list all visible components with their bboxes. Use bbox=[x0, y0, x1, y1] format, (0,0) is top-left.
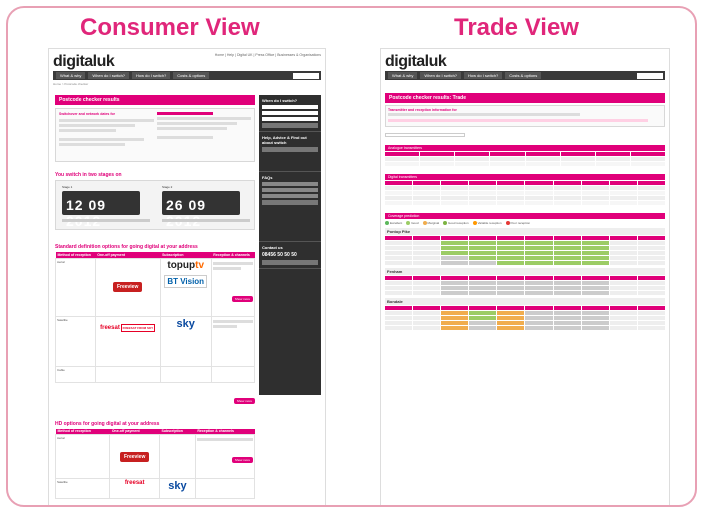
more-options-button[interactable]: Show more bbox=[233, 397, 255, 404]
consumer-main: Postcode checker results Switchover and … bbox=[54, 95, 256, 499]
freeview-hd-logo[interactable]: Freeview bbox=[119, 451, 150, 462]
slide-frame: Consumer View Trade View digitaluk Home … bbox=[6, 6, 697, 507]
freesat-from-sky-logo[interactable]: FREESAT FROM SKY bbox=[120, 323, 156, 332]
address-info-box: Switchover and network dates for bbox=[55, 108, 255, 162]
trade-main: Postcode checker results: Trade Transmit… bbox=[385, 93, 665, 331]
section-bondale: Bondale bbox=[385, 298, 665, 306]
transmitter-select[interactable] bbox=[385, 133, 465, 137]
postcode-input[interactable] bbox=[262, 105, 318, 109]
stage2-date: 26 09 2012 bbox=[162, 191, 240, 229]
table-row: Aerial Freeview Show more bbox=[54, 434, 256, 479]
page-title: Postcode checker results bbox=[55, 95, 255, 105]
topup-tv-logo[interactable]: topuptv bbox=[167, 260, 204, 271]
hd-options-table: Method of reception One-off payment Subs… bbox=[54, 428, 256, 499]
stage1-date: 12 09 2012 bbox=[62, 191, 140, 229]
find-help-button[interactable] bbox=[262, 123, 318, 128]
table-row: Satellite freesat FREESAT FROM SKY sky bbox=[55, 315, 256, 367]
nav-costs-options[interactable]: Costs & options bbox=[173, 72, 210, 79]
sd-options-title: Standard definition options for going di… bbox=[55, 244, 198, 250]
nav-what-why[interactable]: What & why bbox=[56, 72, 86, 79]
search-input[interactable] bbox=[293, 72, 319, 79]
freeview-logo[interactable]: Freeview bbox=[112, 282, 143, 292]
freesat-logo[interactable]: freesat bbox=[100, 325, 120, 331]
top-links[interactable]: Home | Help | Digital UK | Press Office … bbox=[215, 53, 321, 57]
table-row: Aerial Freeview topuptv BT Vision Show m… bbox=[55, 257, 256, 317]
bt-vision-logo[interactable]: BT Vision bbox=[164, 274, 208, 288]
main-nav: What & why When do I switch? How do I sw… bbox=[53, 71, 321, 80]
page-title: Postcode checker results: Trade bbox=[385, 93, 665, 103]
nav-when-switch[interactable]: When do I switch? bbox=[88, 72, 130, 79]
sky-logo[interactable]: sky bbox=[177, 318, 195, 330]
table-row: Cable bbox=[55, 365, 256, 383]
hd-options-title: HD options for going digital at your add… bbox=[55, 420, 160, 427]
trade-screenshot: digitaluk What & why When do I switch? H… bbox=[380, 48, 670, 505]
coverage-legend: Excellent Good Marginal Good reception V… bbox=[385, 221, 665, 226]
section-pontop-pike: Pontop Pike bbox=[385, 228, 665, 236]
freesat-hd-logo[interactable]: freesat bbox=[125, 480, 145, 486]
breadcrumb[interactable]: Home > Postcode checker bbox=[53, 82, 88, 86]
digitaluk-logo[interactable]: digitaluk bbox=[385, 53, 447, 71]
search-input[interactable] bbox=[637, 72, 663, 79]
consumer-sidebar: When do I switch? Help, Advice & Find ou… bbox=[259, 95, 321, 395]
phone-number: 08456 50 50 50 bbox=[262, 252, 297, 258]
nav-how-switch[interactable]: How do I switch? bbox=[464, 72, 503, 79]
sky-hd-logo[interactable]: sky bbox=[168, 480, 186, 492]
nav-costs-options[interactable]: Costs & options bbox=[505, 72, 542, 79]
coverage-header: Coverage prediction bbox=[385, 213, 665, 219]
switch-dates-box: Stage 1 Stage 2 12 09 2012 26 09 2012 bbox=[55, 180, 255, 230]
analogue-header: Analogue transmitters bbox=[385, 145, 665, 151]
digitaluk-logo[interactable]: digitaluk bbox=[53, 53, 115, 71]
show-more-button[interactable]: Show more bbox=[231, 295, 253, 302]
table-row: Satellite freesat sky bbox=[54, 478, 256, 499]
nav-what-why[interactable]: What & why bbox=[388, 72, 418, 79]
consumer-screenshot: digitaluk Home | Help | Digital UK | Pre… bbox=[48, 48, 326, 505]
nav-when-switch[interactable]: When do I switch? bbox=[420, 72, 462, 79]
consumer-view-heading: Consumer View bbox=[80, 14, 260, 41]
nav-how-switch[interactable]: How do I switch? bbox=[132, 72, 171, 79]
switch-stages-title: You switch in two stages on bbox=[55, 172, 122, 178]
section-fenham: Fenham bbox=[385, 268, 665, 276]
digital-header: Digital transmitters bbox=[385, 174, 665, 180]
sd-options-table: Method of reception One-off payment Subs… bbox=[55, 252, 256, 383]
main-nav: What & why When do I switch? How do I sw… bbox=[385, 71, 665, 80]
trade-view-heading: Trade View bbox=[454, 14, 579, 41]
